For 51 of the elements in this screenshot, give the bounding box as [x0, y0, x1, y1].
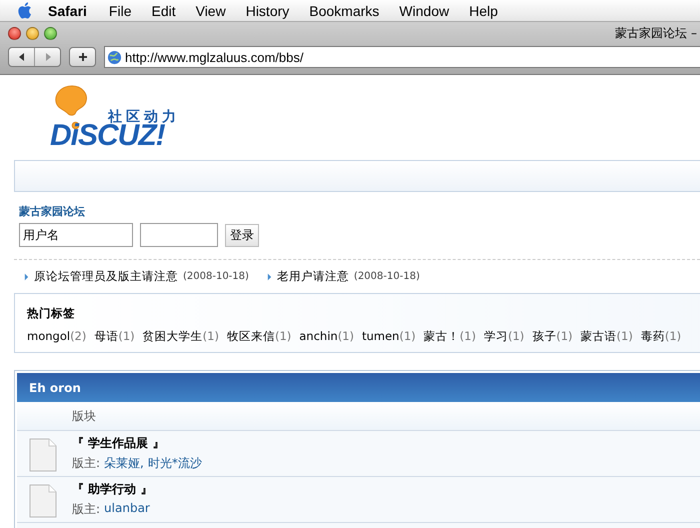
moderator-link[interactable]: 时光*流沙 — [148, 455, 202, 472]
moderator-label: 版主: — [72, 501, 100, 518]
tag-link[interactable]: 孩子(1) — [532, 329, 573, 344]
category-title[interactable]: Eh oron — [29, 380, 81, 394]
moderator-link[interactable]: ulanbar — [104, 501, 150, 518]
apple-icon[interactable] — [18, 1, 34, 20]
tag-link[interactable]: 牧区来信(1) — [226, 329, 292, 344]
menu-item[interactable]: Edit — [151, 2, 176, 18]
site-name[interactable]: 蒙古家园论坛 — [19, 204, 700, 219]
tag-link[interactable]: mongol(2) — [27, 329, 86, 344]
announcement-link[interactable]: 原论坛管理员及版主请注意 — [34, 269, 178, 284]
menu-item[interactable]: File — [108, 2, 132, 18]
login-button[interactable]: 登录 — [225, 224, 259, 246]
address-field[interactable]: http://www.mglzaluus.com/bbs/ — [104, 46, 700, 68]
announcement-date: (2008-10-18) — [354, 271, 420, 282]
add-bookmark-button[interactable] — [69, 47, 96, 67]
menu-item[interactable]: Window — [399, 2, 450, 18]
menu-item[interactable]: View — [196, 2, 226, 18]
tag-link[interactable]: 毒药(1) — [640, 329, 682, 344]
moderator-link[interactable]: 朵莱娅, — [104, 455, 144, 472]
zoom-button[interactable] — [44, 27, 57, 40]
tag-link[interactable]: tumen(1) — [362, 329, 416, 344]
column-header: 版块 — [72, 408, 96, 424]
app-menu[interactable]: Safari — [48, 2, 87, 18]
moderator-label: 版主: — [72, 455, 100, 472]
tag-link[interactable]: 学习(1) — [484, 329, 524, 344]
bullet-icon — [24, 272, 29, 280]
password-field[interactable] — [140, 223, 218, 247]
document-icon — [29, 484, 57, 518]
menu-item[interactable]: History — [246, 2, 290, 18]
plus-icon — [78, 52, 88, 62]
tag-link[interactable]: 蒙古语(1) — [580, 329, 633, 344]
document-icon — [29, 438, 57, 472]
tag-link[interactable]: 母语(1) — [94, 329, 135, 344]
tag-link[interactable]: anchin(1) — [299, 329, 354, 344]
hot-tags-title: 热门标签 — [27, 306, 76, 321]
window-title: 蒙古家园论坛 – — [615, 25, 697, 42]
tag-link[interactable]: 贫困大学生(1) — [142, 329, 219, 344]
announcement-link[interactable]: 老用户请注意 — [276, 269, 349, 284]
bullet-icon — [266, 272, 272, 280]
username-field[interactable]: 用户名 — [19, 223, 133, 247]
menu-item[interactable]: Bookmarks — [309, 2, 380, 18]
globe-icon — [107, 50, 122, 64]
announcement-date: (2008-10-18) — [183, 271, 249, 282]
left-triangle-icon — [16, 52, 26, 62]
forum-name[interactable]: 『 学生作品展 』 — [72, 435, 202, 452]
minimize-button[interactable] — [26, 27, 39, 40]
menu-item[interactable]: Help — [469, 2, 498, 18]
tag-link[interactable]: 蒙古！(1) — [424, 329, 476, 344]
forum-name[interactable]: 『 助学行动 』 — [72, 481, 152, 498]
close-button[interactable] — [8, 27, 21, 40]
